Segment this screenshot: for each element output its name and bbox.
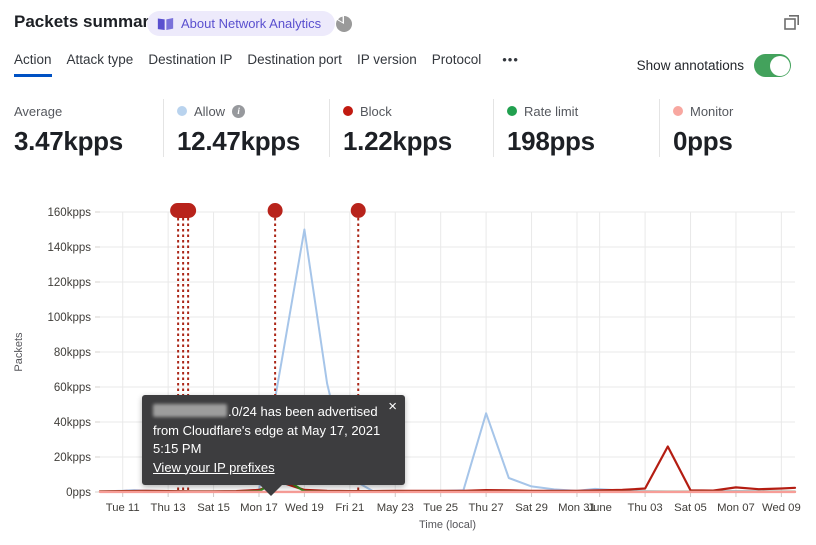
show-annotations-control: Show annotations — [637, 54, 791, 77]
stat-label: Allow — [194, 103, 226, 119]
stat-value: 12.47kpps — [177, 126, 301, 156]
x-tick-label: Sat 05 — [674, 502, 707, 514]
stat-allow: Allow i 12.47kpps — [163, 99, 329, 157]
x-tick-label: Fri 21 — [335, 502, 364, 514]
tooltip-caret — [259, 484, 283, 496]
y-tick-label: 100kpps — [48, 312, 92, 324]
y-tick-label: 0pps — [66, 487, 91, 499]
x-tick-label: Sat 15 — [197, 502, 230, 514]
x-tick-label: Mon 17 — [240, 502, 278, 514]
tab-protocol[interactable]: Protocol — [432, 52, 482, 74]
stat-value: 0pps — [673, 126, 733, 156]
y-axis-title: Packets — [13, 332, 25, 372]
stat-monitor: Monitor 0pps — [659, 99, 816, 157]
x-tick-label: Thu 13 — [151, 502, 186, 514]
info-icon[interactable]: i — [232, 104, 246, 118]
stat-block: Block 1.22kpps — [329, 99, 493, 157]
x-tick-label: Thu 03 — [628, 502, 663, 514]
stat-value: 3.47kpps — [14, 126, 123, 156]
x-tick-label: Tue 25 — [423, 502, 458, 514]
x-axis-title: Time (local) — [419, 519, 476, 531]
stat-label: Block — [360, 103, 392, 119]
x-tick-label: Thu 27 — [469, 502, 504, 514]
block-legend-dot — [343, 106, 353, 116]
x-tick-label: Wed 09 — [762, 502, 801, 514]
monitor-legend-dot — [673, 106, 683, 116]
y-tick-label: 80kpps — [54, 347, 91, 359]
y-tick-label: 20kpps — [54, 452, 91, 464]
more-tabs-ellipsis-icon[interactable]: ••• — [496, 52, 525, 67]
tab-action[interactable]: Action — [14, 52, 52, 77]
y-tick-label: 120kpps — [48, 277, 92, 289]
pie-chart-icon[interactable] — [335, 15, 353, 33]
close-icon[interactable]: × — [388, 399, 397, 414]
tab-destination-ip[interactable]: Destination IP — [148, 52, 232, 74]
summary-stats-row: Average 3.47kpps Allow i 12.47kpps Block… — [14, 99, 816, 157]
toggle-knob — [769, 55, 790, 76]
stat-label: Rate limit — [524, 103, 579, 119]
x-tick-label: Wed 19 — [285, 502, 324, 514]
y-tick-label: 160kpps — [48, 207, 92, 219]
analytics-tabs: Action Attack type Destination IP Destin… — [14, 52, 525, 77]
tooltip-text: .0/24 has been advertised from Cloudflar… — [153, 404, 381, 456]
y-tick-label: 140kpps — [48, 242, 92, 254]
packets-time-series-chart: 0pps 20kpps 40kpps 60kpps 80kpps 100kpps 120kp… — [13, 203, 801, 531]
tab-destination-port[interactable]: Destination port — [247, 52, 342, 74]
x-tick-label: June — [587, 502, 612, 514]
badge-label: About Network Analytics — [181, 16, 322, 31]
show-annotations-label: Show annotations — [636, 58, 744, 73]
stat-rate-limit: Rate limit 198pps — [493, 99, 659, 157]
tab-attack-type[interactable]: Attack type — [67, 52, 134, 74]
x-tick-label: Sat 29 — [515, 502, 548, 514]
x-tick-label: May 23 — [377, 502, 414, 514]
book-icon — [157, 17, 174, 31]
annotation-marker[interactable] — [267, 203, 283, 218]
y-tick-label: 60kpps — [54, 382, 91, 394]
allow-legend-dot — [177, 106, 187, 116]
x-tick-label: Mon 07 — [717, 502, 755, 514]
redacted-ip-prefix — [153, 404, 227, 417]
popout-window-icon[interactable] — [781, 11, 803, 33]
y-tick-label: 40kpps — [54, 417, 91, 429]
x-tick-label: Tue 11 — [106, 502, 140, 514]
stat-value: 198pps — [507, 126, 595, 156]
tab-ip-version[interactable]: IP version — [357, 52, 417, 74]
annotation-marker-pill[interactable] — [170, 203, 197, 218]
annotation-marker[interactable] — [350, 203, 366, 218]
rate-limit-legend-dot — [507, 106, 517, 116]
stat-label: Monitor — [690, 103, 734, 119]
stat-label: Average — [14, 103, 63, 119]
page-title: Packets summary — [14, 12, 159, 31]
about-network-analytics-badge[interactable]: About Network Analytics — [147, 11, 336, 36]
view-ip-prefixes-link[interactable]: View your IP prefixes — [153, 460, 275, 475]
stat-value: 1.22kpps — [343, 126, 452, 156]
stat-average: Average 3.47kpps — [14, 99, 163, 157]
show-annotations-toggle[interactable] — [754, 54, 791, 77]
annotation-tooltip: × .0/24 has been advertised from Cloudfl… — [142, 395, 405, 496]
